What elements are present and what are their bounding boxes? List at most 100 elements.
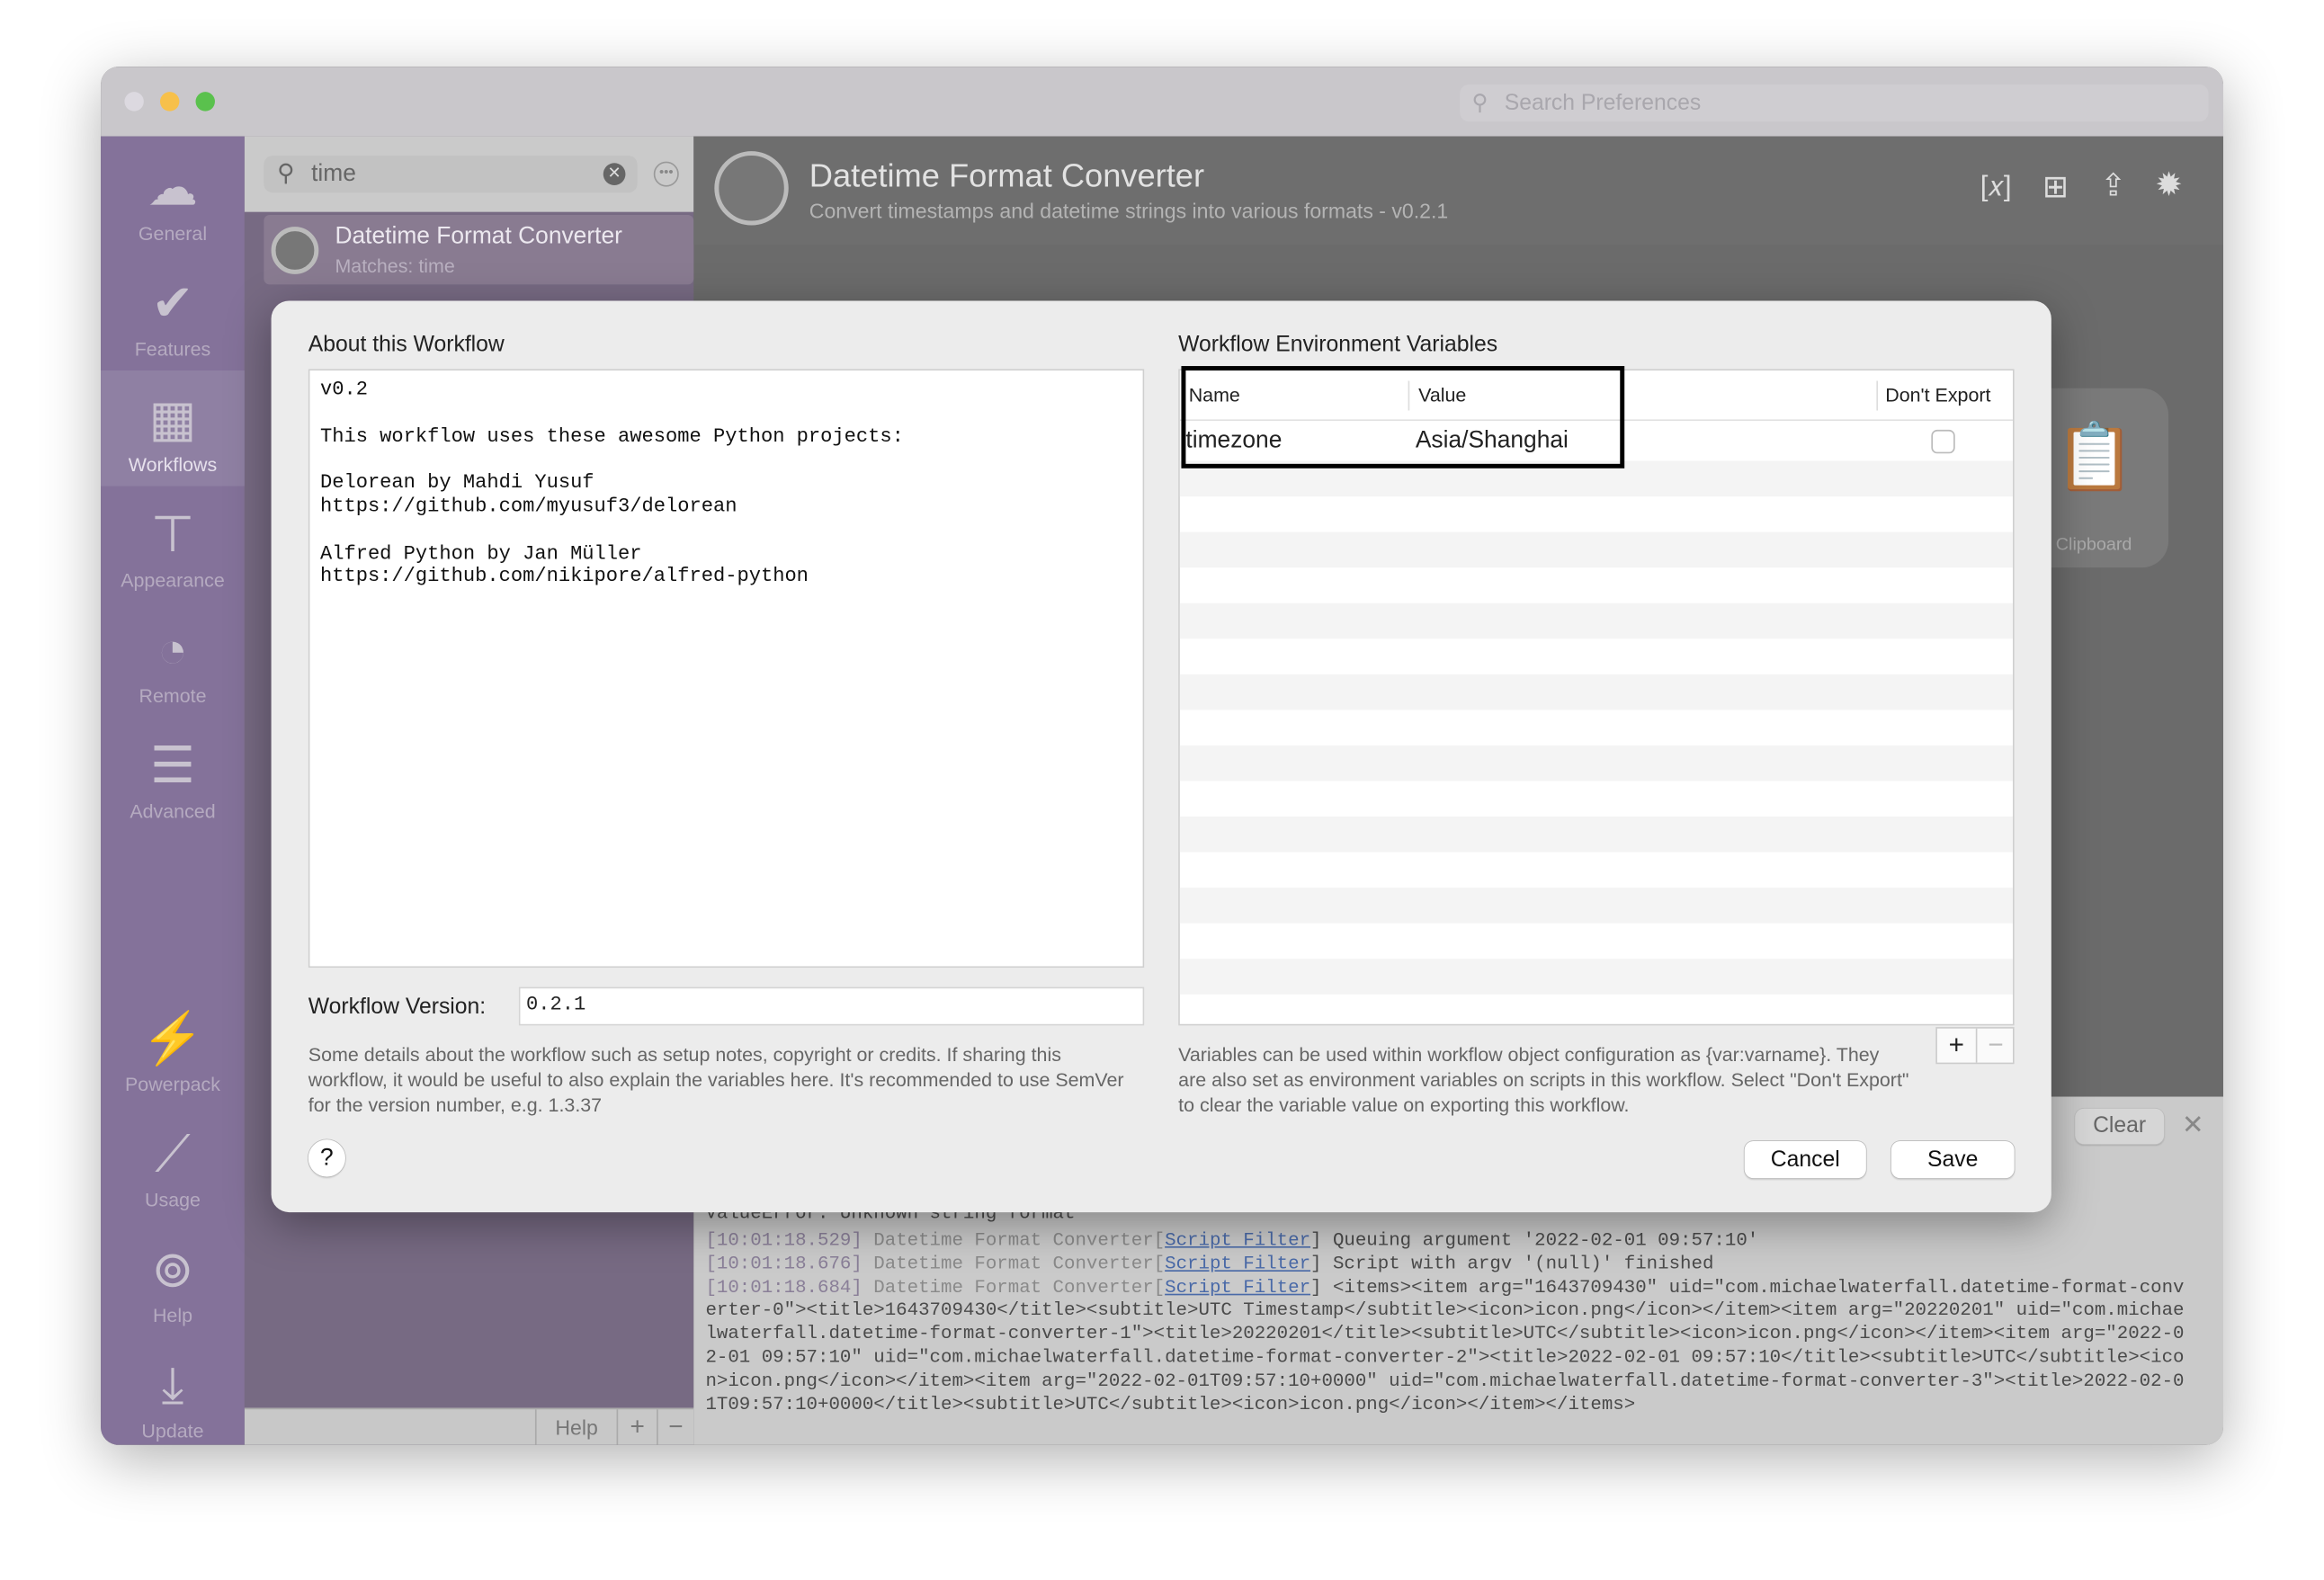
- debug-log: ValueError: Unknown string format [10:01:…: [705, 1208, 2187, 1417]
- log-object-link[interactable]: Script Filter: [1165, 1254, 1310, 1274]
- title-bar: ⚲ Search Preferences: [101, 67, 2224, 137]
- list-bottom-bar: Help + −: [244, 1407, 694, 1445]
- env-help-text: Variables can be used within workflow ob…: [1178, 1043, 1909, 1116]
- help-button[interactable]: Help: [534, 1409, 619, 1445]
- sidebar-label: Update: [141, 1419, 204, 1442]
- chart-icon: ⟋: [155, 1126, 191, 1183]
- list-search-bar: ⚲ time ✕ •••: [244, 136, 694, 212]
- sidebar-label: Powerpack: [124, 1073, 220, 1095]
- sidebar: ☁ General ✔ Features ▦ Workflows ⊤ Appearanc…: [101, 136, 245, 1445]
- sidebar-label: General: [138, 222, 208, 245]
- add-icon[interactable]: ⊞: [2042, 169, 2069, 206]
- version-label: Workflow Version:: [308, 994, 487, 1020]
- sidebar-item-appearance[interactable]: ⊤ Appearance: [101, 498, 245, 608]
- column-dont-export[interactable]: Don't Export: [1885, 370, 1990, 421]
- battery-bolt-icon: ⚡: [141, 1010, 204, 1067]
- sidebar-item-update[interactable]: ⤓ Update: [101, 1349, 245, 1445]
- empty-row-stripe: [1179, 603, 2013, 639]
- save-button[interactable]: Save: [1890, 1140, 2015, 1179]
- log-workflow: Datetime Format Converter[: [862, 1276, 1166, 1298]
- workflow-header: Datetime Format Converter Convert timest…: [693, 136, 2224, 245]
- variable-icon[interactable]: [𝑥]: [1980, 172, 2012, 204]
- add-workflow-button[interactable]: +: [618, 1409, 657, 1445]
- remove-workflow-button[interactable]: −: [657, 1409, 693, 1445]
- cancel-button[interactable]: Cancel: [1744, 1140, 1866, 1179]
- empty-row-stripe: [1179, 531, 2013, 568]
- sidebar-item-remote[interactable]: ◔ Remote: [101, 613, 245, 723]
- empty-row-stripe: [1179, 817, 2013, 852]
- search-icon: ⚲: [1471, 90, 1488, 116]
- sidebar-label: Appearance: [121, 568, 225, 592]
- workflow-title: Datetime Format Converter: [809, 156, 1205, 194]
- empty-row-stripe: [1179, 959, 2013, 995]
- sliders-icon: ☰: [149, 737, 196, 795]
- log-timestamp: [10:01:18.676]: [705, 1253, 863, 1274]
- paint-roller-icon: ⊤: [150, 506, 195, 564]
- sidebar-item-help[interactable]: ⊚ Help: [101, 1233, 245, 1343]
- list-item[interactable]: Datetime Format Converter Matches: time: [264, 214, 694, 285]
- add-remove-control: + −: [1935, 1027, 2015, 1065]
- clipboard-icon: 📋: [2054, 421, 2136, 494]
- sidebar-label: Help: [152, 1304, 193, 1326]
- about-help-text: Some details about the workflow such as …: [308, 1043, 1124, 1116]
- sidebar-label: Features: [134, 337, 211, 361]
- close-debug-icon[interactable]: ✕: [2182, 1110, 2204, 1141]
- minimize-window-button[interactable]: [159, 92, 180, 112]
- more-options-icon[interactable]: •••: [653, 161, 679, 187]
- clipboard-label: Clipboard: [2055, 533, 2132, 555]
- empty-row-stripe: [1179, 888, 2013, 924]
- clear-log-button[interactable]: Clear: [2075, 1108, 2165, 1145]
- log-message: ] Script with argv '(null)' finished: [1310, 1253, 1714, 1274]
- sidebar-item-powerpack[interactable]: ⚡ Powerpack: [101, 1002, 245, 1111]
- sidebar-item-general[interactable]: ☁ General: [101, 151, 245, 261]
- clock-icon: [714, 151, 789, 226]
- log-object-link[interactable]: Script Filter: [1165, 1230, 1310, 1251]
- download-icon: ⤓: [161, 1357, 184, 1415]
- remove-variable-button[interactable]: −: [1977, 1029, 2014, 1063]
- log-line: [10:01:18.676] Datetime Format Converter…: [705, 1254, 2187, 1277]
- log-line: [10:01:18.529] Datetime Format Converter…: [705, 1230, 2187, 1254]
- log-timestamp: [10:01:18.684]: [705, 1276, 863, 1298]
- search-icon: ⚲: [277, 161, 295, 187]
- workflow-search-input[interactable]: ⚲ time ✕: [264, 156, 638, 193]
- grid-icon: ▦: [148, 391, 197, 448]
- log-line: [10:01:18.684] Datetime Format Converter…: [705, 1277, 2187, 1417]
- list-item-title: Datetime Format Converter: [335, 223, 622, 249]
- dont-export-checkbox[interactable]: [1931, 429, 1955, 454]
- checkmark-icon: ✔: [151, 275, 194, 333]
- add-variable-button[interactable]: +: [1937, 1028, 1978, 1063]
- share-icon[interactable]: ⇪: [2100, 167, 2126, 204]
- workflow-configuration-dialog: About this Workflow v0.2 This workflow u…: [271, 300, 2051, 1213]
- sidebar-item-features[interactable]: ✔ Features: [101, 267, 245, 377]
- sidebar-item-workflows[interactable]: ▦ Workflows: [101, 370, 245, 486]
- sidebar-label: Advanced: [130, 799, 216, 823]
- about-textarea[interactable]: v0.2 This workflow uses these awesome Py…: [308, 369, 1145, 969]
- version-input[interactable]: 0.2.1: [518, 986, 1145, 1026]
- log-timestamp: [10:01:18.529]: [705, 1229, 863, 1251]
- clock-icon: [271, 227, 319, 274]
- sidebar-label: Remote: [139, 684, 207, 708]
- list-item-subtitle: Matches: time: [335, 254, 455, 278]
- sidebar-item-advanced[interactable]: ☰ Advanced: [101, 729, 245, 839]
- help-button[interactable]: ?: [308, 1139, 345, 1177]
- workflow-subtitle: Convert timestamps and datetime strings …: [809, 198, 1449, 223]
- clear-search-icon[interactable]: ✕: [603, 163, 626, 185]
- search-value: time: [311, 161, 356, 187]
- lifebuoy-icon: ⊚: [151, 1242, 194, 1299]
- search-placeholder: Search Preferences: [1504, 90, 1702, 116]
- log-object-link[interactable]: Script Filter: [1165, 1277, 1310, 1298]
- search-preferences-input[interactable]: ⚲ Search Preferences: [1460, 84, 2209, 122]
- empty-row-stripe: [1179, 674, 2013, 710]
- zoom-window-button[interactable]: [195, 92, 215, 112]
- log-message: ] Queuing argument '2022-02-01 09:57:10': [1310, 1229, 1759, 1251]
- hat-icon: ☁: [147, 159, 199, 217]
- about-title: About this Workflow: [308, 332, 505, 358]
- remote-icon: ◔: [157, 622, 188, 679]
- highlight-box: [1181, 366, 1625, 469]
- sidebar-item-usage[interactable]: ⟋ Usage: [101, 1118, 245, 1227]
- log-workflow: Datetime Format Converter[: [862, 1229, 1166, 1251]
- env-title: Workflow Environment Variables: [1178, 332, 1498, 358]
- bug-icon[interactable]: ✹: [2155, 166, 2182, 205]
- close-window-button[interactable]: [124, 92, 144, 112]
- sidebar-label: Workflows: [128, 453, 218, 477]
